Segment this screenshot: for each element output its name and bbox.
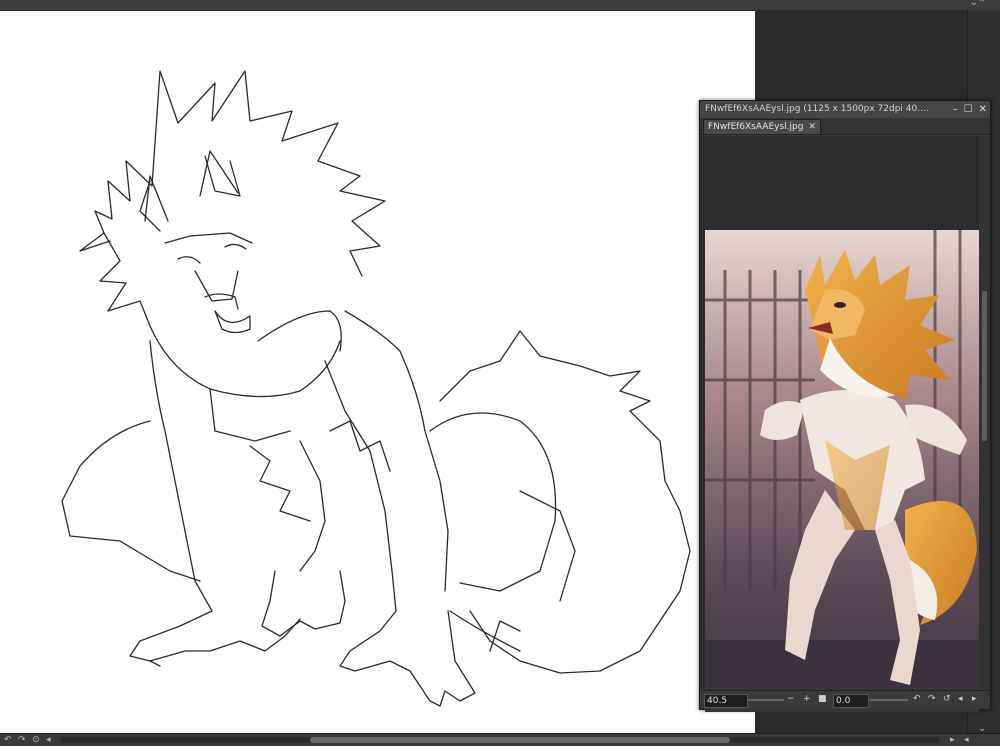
zoom-field[interactable]: 40.5 [704, 694, 748, 708]
tab-close-icon[interactable]: ✕ [808, 122, 816, 132]
rotate-left-icon[interactable]: ↶ [913, 693, 921, 706]
wolf-sketch-lineart [61, 70, 691, 707]
rotation-slider[interactable] [870, 699, 908, 701]
zoom-out-icon[interactable]: − [787, 693, 795, 706]
chevron-down-icon[interactable]: ⌄ [970, 0, 978, 8]
reference-image [705, 230, 979, 712]
tab-label: FNwfEf6XsAAEysl.jpg [708, 122, 804, 132]
sub-view-title: FNwfEf6XsAAEysl.jpg (1125 x 1500px 72dpi… [705, 104, 931, 114]
sub-view-window[interactable]: FNwfEf6XsAAEysl.jpg (1125 x 1500px 72dpi… [699, 100, 991, 712]
fit-view-icon[interactable]: ■ [818, 693, 827, 706]
sub-view-scroll-thumb[interactable] [982, 291, 987, 441]
flip-vertical-icon[interactable]: ▸ [972, 693, 977, 706]
minimize-icon[interactable]: – [953, 101, 958, 118]
sub-view-scrollbar[interactable] [979, 136, 990, 689]
rotation-field[interactable]: 0.0 [833, 694, 869, 708]
flip-horizontal-icon[interactable]: ◂ [958, 693, 963, 706]
scroll-right-icon[interactable]: ▸ [950, 734, 955, 746]
zoom-slider[interactable] [748, 699, 784, 701]
rotate-right-icon[interactable]: ↷ [18, 734, 26, 746]
rotate-right-icon[interactable]: ↷ [928, 693, 936, 706]
reset-view-icon[interactable]: ⊙ [32, 734, 40, 746]
sub-view-tab-row: FNwfEf6XsAAEysl.jpg ✕ [700, 118, 990, 135]
sub-view-statusbar: 40.5 − + ■ 0.0 ↶ ↷ ↺ ◂ ▸ [700, 690, 990, 709]
maximize-icon[interactable]: ☐ [964, 101, 973, 118]
sub-view-image-area[interactable] [700, 136, 990, 712]
scroll-left-end-icon[interactable]: ◂ [964, 734, 969, 746]
rotate-left-icon[interactable]: ↶ [4, 734, 12, 746]
canvas-bottom-bar: ↶ ↷ ⊙ ◂ ▸ ◂ [0, 733, 1000, 746]
scroll-up-arrow-icon[interactable]: ⌃ [978, 0, 986, 9]
tab-reference-image[interactable]: FNwfEf6XsAAEysl.jpg ✕ [703, 119, 821, 134]
scroll-left-icon[interactable]: ◂ [46, 734, 51, 746]
drawing-canvas[interactable] [0, 11, 755, 736]
sub-view-titlebar[interactable]: FNwfEf6XsAAEysl.jpg (1125 x 1500px 72dpi… [700, 101, 990, 118]
zoom-in-icon[interactable]: + [803, 693, 811, 706]
canvas-horizontal-scroll-thumb[interactable] [310, 737, 730, 743]
reset-rotation-icon[interactable]: ↺ [943, 693, 951, 706]
close-icon[interactable]: ✕ [979, 101, 987, 118]
